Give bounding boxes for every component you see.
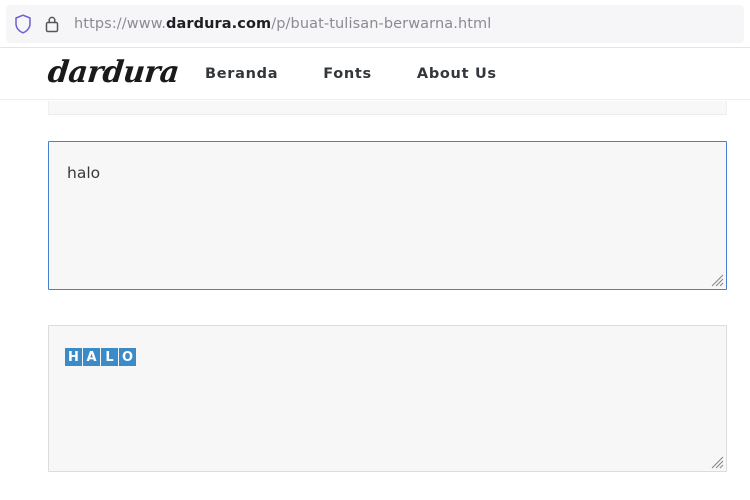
url-domain: dardura.com: [166, 16, 271, 32]
partial-panel-above: [48, 101, 727, 115]
output-preview-box[interactable]: H A L O: [48, 325, 727, 472]
output-letter: O: [119, 348, 136, 366]
site-header: dardura Beranda Fonts About Us: [0, 48, 750, 100]
resize-handle-icon[interactable]: [708, 453, 724, 469]
url-bar-content: https://www.dardura.com/p/buat-tulisan-b…: [0, 0, 750, 48]
main-navigation: Beranda Fonts About Us: [205, 66, 497, 82]
url-scheme: https://www.: [74, 16, 166, 32]
nav-item-fonts[interactable]: Fonts: [323, 66, 372, 82]
shield-icon[interactable]: [14, 14, 32, 34]
browser-window: https://www.dardura.com/p/buat-tulisan-b…: [0, 0, 750, 500]
output-letter: L: [101, 348, 118, 366]
url-path: /p/buat-tulisan-berwarna.html: [271, 16, 491, 32]
output-letter: A: [83, 348, 100, 366]
text-input-value: halo: [67, 164, 100, 182]
nav-item-about-us[interactable]: About Us: [417, 66, 497, 82]
resize-handle-icon[interactable]: [708, 271, 724, 287]
colored-text-output: H A L O: [65, 348, 136, 366]
url-text[interactable]: https://www.dardura.com/p/buat-tulisan-b…: [74, 16, 491, 32]
lock-icon[interactable]: [44, 15, 60, 33]
site-logo[interactable]: dardura: [46, 55, 180, 90]
nav-item-beranda[interactable]: Beranda: [205, 66, 278, 82]
output-letter: H: [65, 348, 82, 366]
text-input-textarea[interactable]: halo: [48, 141, 727, 290]
browser-url-bar: https://www.dardura.com/p/buat-tulisan-b…: [0, 0, 750, 48]
page-content: halo H A L O: [0, 101, 750, 500]
